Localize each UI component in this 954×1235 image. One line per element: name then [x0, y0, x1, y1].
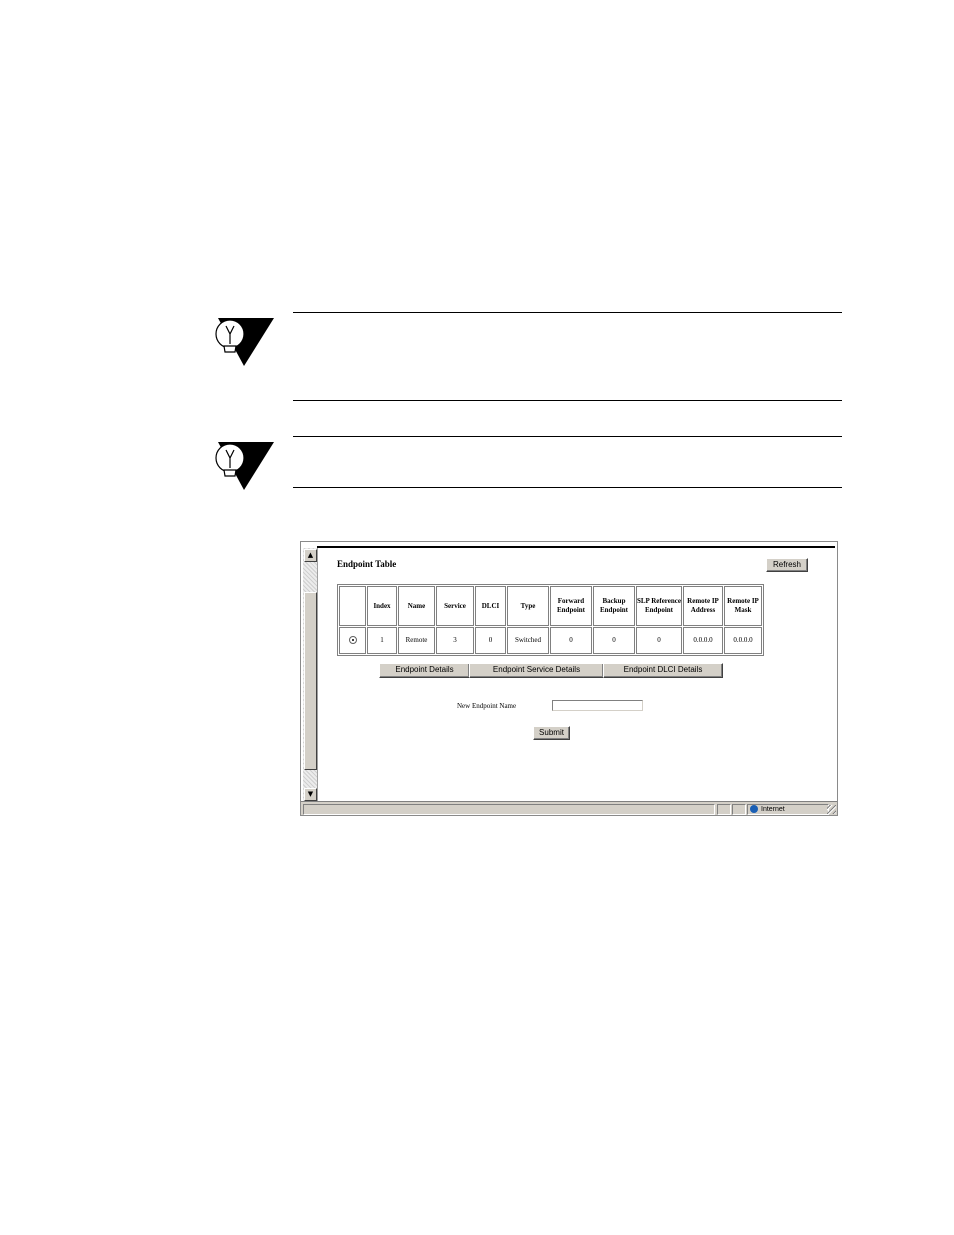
status-cell: [717, 804, 731, 815]
new-endpoint-name-label: New Endpoint Name: [457, 702, 517, 710]
column-header: [339, 586, 366, 626]
table-cell: 0: [636, 627, 682, 654]
note-1-bottom-rule: [293, 400, 842, 401]
globe-icon: [750, 805, 758, 813]
column-header: Backup Endpoint: [593, 586, 635, 626]
note-2-top-rule: [293, 436, 842, 437]
note-2-bottom-rule: [293, 487, 842, 488]
column-header: Service: [436, 586, 474, 626]
table-header-row: Index Name Service DLCI Type Forward End…: [339, 586, 762, 626]
scroll-down-icon[interactable]: ▼: [304, 788, 317, 801]
page-title: Endpoint Table: [337, 559, 397, 569]
scroll-up-icon[interactable]: ▲: [304, 549, 317, 562]
new-endpoint-name-input[interactable]: [552, 700, 643, 711]
table-cell: 0: [550, 627, 592, 654]
table-cell: Remote: [398, 627, 435, 654]
status-cell: [732, 804, 746, 815]
column-header: Index: [367, 586, 397, 626]
table-cell: 1: [367, 627, 397, 654]
status-zone: Internet: [747, 804, 829, 815]
table-cell: 0.0.0.0: [683, 627, 723, 654]
vertical-scrollbar[interactable]: ▲ ▼: [303, 548, 318, 802]
table-row[interactable]: 1 Remote 3 0 Switched 0 0 0 0.0.0.0 0.0.…: [339, 627, 762, 654]
column-header: Remote IP Address: [683, 586, 723, 626]
scroll-thumb[interactable]: [304, 592, 317, 770]
lightbulb-icon: [215, 318, 274, 366]
note-1-top-rule: [293, 312, 842, 313]
resize-grip-icon[interactable]: [827, 805, 836, 814]
status-zone-label: Internet: [761, 806, 785, 813]
column-header: Forward Endpoint: [550, 586, 592, 626]
lightbulb-icon: [215, 442, 274, 490]
endpoint-details-button[interactable]: Endpoint Details: [379, 663, 470, 678]
table-cell: 0: [475, 627, 506, 654]
endpoint-dlci-details-button[interactable]: Endpoint DLCI Details: [603, 663, 723, 678]
refresh-button[interactable]: Refresh: [766, 558, 808, 572]
table-cell: 3: [436, 627, 474, 654]
row-select-radio[interactable]: [348, 636, 357, 645]
status-cell: [303, 804, 715, 815]
status-bar: Internet: [301, 801, 837, 815]
table-cell: 0.0.0.0: [724, 627, 762, 654]
table-cell: Switched: [507, 627, 549, 654]
column-header: Name: [398, 586, 435, 626]
column-header: SLP Reference Endpoint: [636, 586, 682, 626]
content-top-border: [317, 546, 835, 548]
column-header: DLCI: [475, 586, 506, 626]
column-header: Remote IP Mask: [724, 586, 762, 626]
browser-window: ▲ ▼ Endpoint Table Refresh Index Name Se…: [300, 541, 838, 816]
row-select-cell[interactable]: [339, 627, 366, 654]
submit-button[interactable]: Submit: [533, 726, 570, 740]
endpoint-table: Index Name Service DLCI Type Forward End…: [337, 584, 764, 656]
endpoint-service-details-button[interactable]: Endpoint Service Details: [469, 663, 604, 678]
column-header: Type: [507, 586, 549, 626]
table-cell: 0: [593, 627, 635, 654]
